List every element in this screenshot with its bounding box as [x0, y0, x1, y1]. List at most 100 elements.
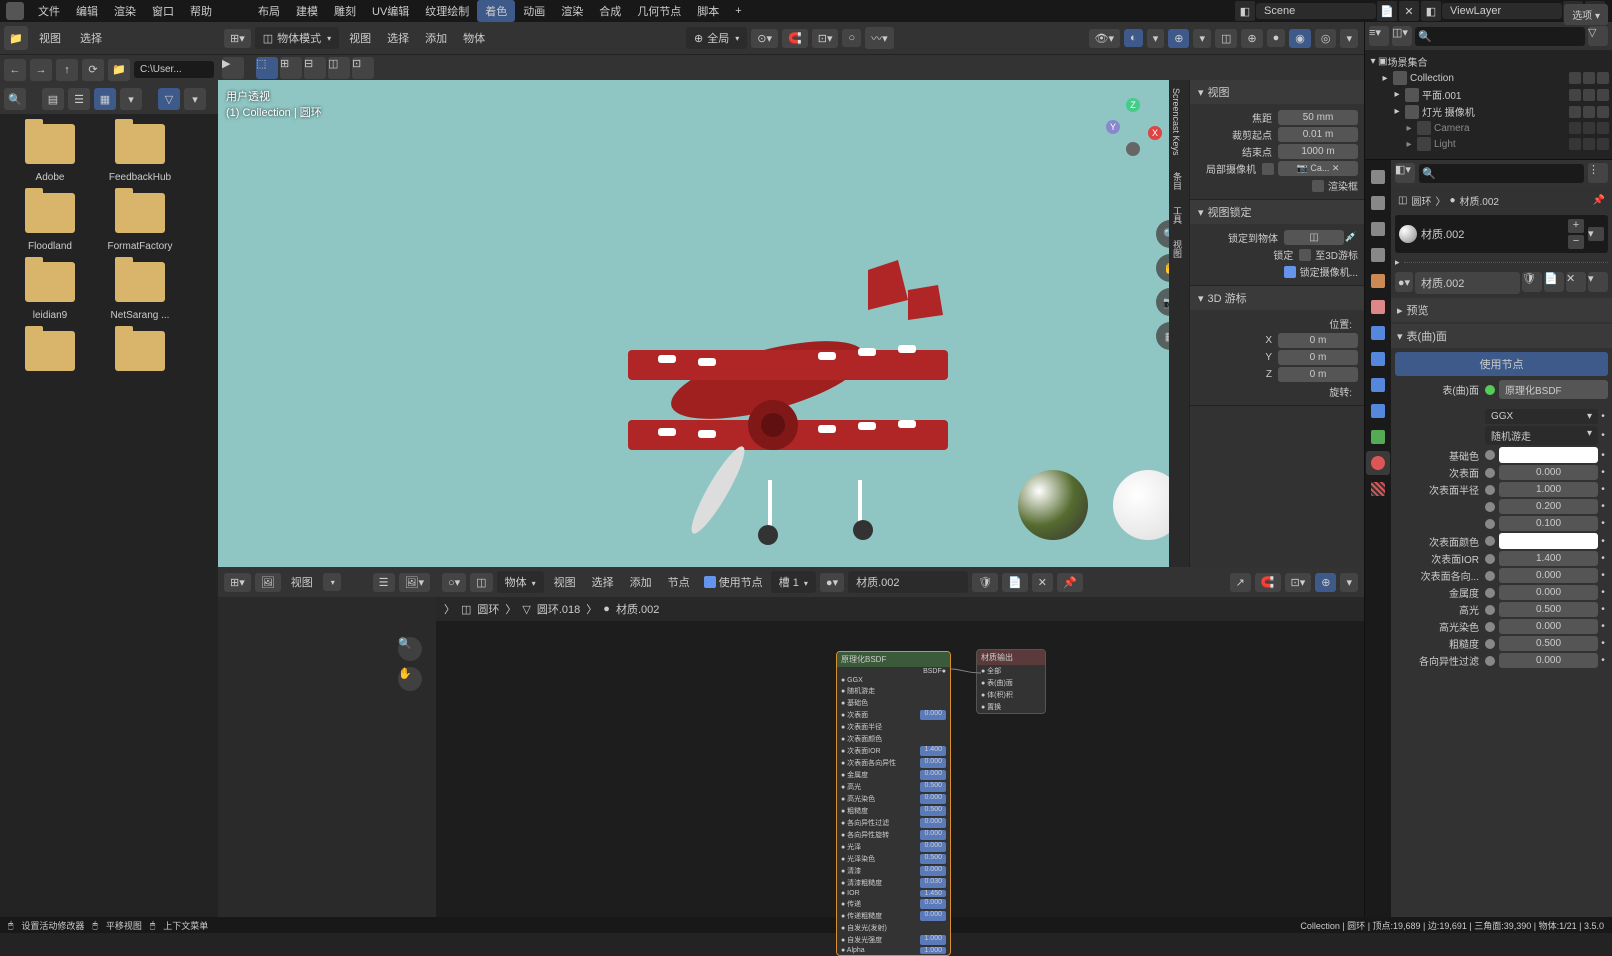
- socket-icon[interactable]: [1485, 554, 1495, 564]
- viewport-menu-add[interactable]: 添加: [419, 27, 453, 49]
- outliner-display-icon[interactable]: ◫▾: [1392, 26, 1412, 46]
- editor-type-icon[interactable]: ⊞▾: [224, 29, 251, 48]
- node-snap-icon[interactable]: 🧲: [1255, 573, 1281, 592]
- file-menu-view[interactable]: 视图: [31, 27, 69, 49]
- nav-forward-icon[interactable]: →: [30, 59, 52, 81]
- node-datatype-icon[interactable]: ◫: [470, 573, 492, 592]
- restrict-select-icon[interactable]: [1569, 72, 1581, 84]
- restrict-visible-icon[interactable]: [1583, 89, 1595, 101]
- localcam-checkbox[interactable]: [1262, 163, 1274, 175]
- node-principled-bsdf[interactable]: 原理化BSDF BSDF ● ● GGX● 随机游走● 基础色● 次表面0.00…: [836, 651, 951, 956]
- npanel-view-header[interactable]: ▾ 视图: [1190, 80, 1364, 104]
- node-material-output[interactable]: 材质输出 ● 全部● 表(曲)面● 体(积)积● 置换: [976, 649, 1046, 714]
- restrict-visible-icon[interactable]: [1583, 122, 1595, 134]
- restrict-select-icon[interactable]: [1569, 122, 1581, 134]
- node-param-row[interactable]: ● 光泽染色0.500: [837, 853, 950, 865]
- folder-item[interactable]: Floodland: [10, 193, 90, 252]
- socket-icon[interactable]: [1485, 450, 1495, 460]
- bc-mat[interactable]: 材质.002: [616, 601, 659, 617]
- overlay-toggle-icon[interactable]: ⊕: [1168, 29, 1189, 48]
- prop-tab-viewlayer[interactable]: [1366, 217, 1390, 241]
- scene-icon[interactable]: ◧: [1235, 1, 1255, 21]
- outliner-item[interactable]: ▸Light: [1368, 136, 1609, 152]
- distribution-dropdown[interactable]: GGX▾: [1485, 409, 1598, 424]
- prop-tab-output[interactable]: [1366, 191, 1390, 215]
- xray-icon[interactable]: ◫: [1215, 29, 1237, 48]
- nav-gizmo[interactable]: Z X Y: [1104, 98, 1164, 158]
- npanel-viewlock-header[interactable]: ▾ 视图锁定: [1190, 200, 1364, 224]
- mat-remove-button[interactable]: −: [1568, 235, 1584, 249]
- restrict-render-icon[interactable]: [1597, 89, 1609, 101]
- restrict-render-icon[interactable]: [1597, 122, 1609, 134]
- workspace-sculpt[interactable]: 雕刻: [326, 0, 364, 22]
- slot-dropdown[interactable]: 槽 1: [771, 571, 816, 593]
- pin-icon[interactable]: 📌: [1593, 195, 1605, 206]
- node-param-row[interactable]: ● 表(曲)面: [977, 677, 1045, 689]
- number-field[interactable]: 1.400: [1499, 551, 1598, 566]
- prop-tab-modifier[interactable]: [1366, 321, 1390, 345]
- node-menu-view[interactable]: 视图: [548, 571, 582, 593]
- bc-obj[interactable]: 圆环: [477, 601, 499, 617]
- node-param-row[interactable]: ● Alpha1.000: [837, 946, 950, 955]
- use-nodes-checkbox[interactable]: 使用节点: [700, 574, 767, 590]
- prop-anim-icon[interactable]: •: [1598, 604, 1608, 615]
- outliner-item[interactable]: ▸Camera: [1368, 120, 1609, 136]
- workspace-script[interactable]: 脚本: [689, 0, 727, 22]
- mat-menu-icon[interactable]: ▾: [1588, 227, 1604, 241]
- workspace-layout[interactable]: 布局: [250, 0, 288, 22]
- node-param-row[interactable]: ● 次表面IOR1.400: [837, 745, 950, 757]
- options-button[interactable]: 选项 ▾: [1564, 4, 1608, 25]
- socket-icon[interactable]: [1485, 622, 1495, 632]
- img-pan-icon[interactable]: ✋: [398, 667, 422, 691]
- prop-tab-object[interactable]: [1366, 295, 1390, 319]
- shading-render-icon[interactable]: ◎: [1315, 29, 1337, 48]
- prop-anim-icon[interactable]: •: [1598, 518, 1608, 529]
- node-img-dd-icon[interactable]: 🖼▾: [399, 573, 431, 592]
- number-field[interactable]: 0.000: [1499, 585, 1598, 600]
- material-field[interactable]: 材质.002: [848, 571, 968, 593]
- workspace-comp[interactable]: 合成: [591, 0, 629, 22]
- socket-icon[interactable]: [1485, 588, 1495, 598]
- select-extend-icon[interactable]: ⊞: [280, 57, 302, 79]
- lock-cursor-checkbox[interactable]: [1299, 249, 1311, 261]
- menu-window[interactable]: 窗口: [144, 0, 182, 22]
- viewlayer-icon[interactable]: ◧: [1421, 1, 1441, 21]
- folder-item[interactable]: Adobe: [10, 124, 90, 183]
- restrict-visible-icon[interactable]: [1583, 106, 1595, 118]
- npanel-cursor-header[interactable]: ▾ 3D 游标: [1190, 286, 1364, 310]
- mat-browse-icon[interactable]: ●▾: [1395, 272, 1413, 292]
- proportional-dd-icon[interactable]: 〰▾: [865, 27, 894, 49]
- node-image-icon[interactable]: 🖼: [255, 573, 281, 592]
- mat-unlink-icon[interactable]: ✕: [1566, 272, 1586, 292]
- folder-item[interactable]: FormatFactory: [100, 193, 180, 252]
- display-list-icon[interactable]: ▤: [42, 88, 64, 110]
- prop-anim-icon[interactable]: •: [1598, 570, 1608, 581]
- number-field[interactable]: 0.100: [1499, 516, 1598, 531]
- lockcam-checkbox[interactable]: [1284, 266, 1296, 278]
- image-preview-area[interactable]: 🔍 ✋: [218, 597, 436, 917]
- prop-anim-icon[interactable]: •: [1598, 450, 1608, 461]
- clipend-field[interactable]: 1000 m: [1278, 144, 1358, 159]
- scene-field[interactable]: Scene: [1256, 3, 1376, 19]
- axis-neg-icon[interactable]: [1126, 142, 1140, 156]
- shading-dd-icon[interactable]: ▾: [1340, 29, 1358, 48]
- node-param-row[interactable]: ● 次表面半径: [837, 721, 950, 733]
- outliner-search[interactable]: 🔍: [1415, 27, 1585, 46]
- prop-tab-constraint[interactable]: [1366, 399, 1390, 423]
- restrict-render-icon[interactable]: [1597, 72, 1609, 84]
- n-tab-view[interactable]: 视图: [1169, 232, 1186, 266]
- viewport-3d[interactable]: 用户透视 (1) Collection | 圆环: [218, 80, 1364, 567]
- props-type-icon[interactable]: ◧▾: [1395, 163, 1415, 183]
- select-box-icon[interactable]: ⬚: [256, 57, 278, 79]
- node-param-row[interactable]: ● 次表面0.000: [837, 709, 950, 721]
- prop-tab-material[interactable]: [1366, 451, 1390, 475]
- node-param-row[interactable]: ● 清漆0.000: [837, 865, 950, 877]
- node-overlay-dd-icon[interactable]: ▾: [1340, 573, 1358, 592]
- node-param-row[interactable]: ● 粗糙度0.500: [837, 805, 950, 817]
- node-view-menu[interactable]: 视图: [285, 571, 319, 593]
- node-param-row[interactable]: ● GGX: [837, 676, 950, 685]
- node-editor-type2-icon[interactable]: ○▾: [442, 573, 466, 592]
- number-field[interactable]: 1.000: [1499, 482, 1598, 497]
- node-type-dropdown[interactable]: 物体: [497, 571, 544, 593]
- workspace-shading[interactable]: 着色: [477, 0, 515, 22]
